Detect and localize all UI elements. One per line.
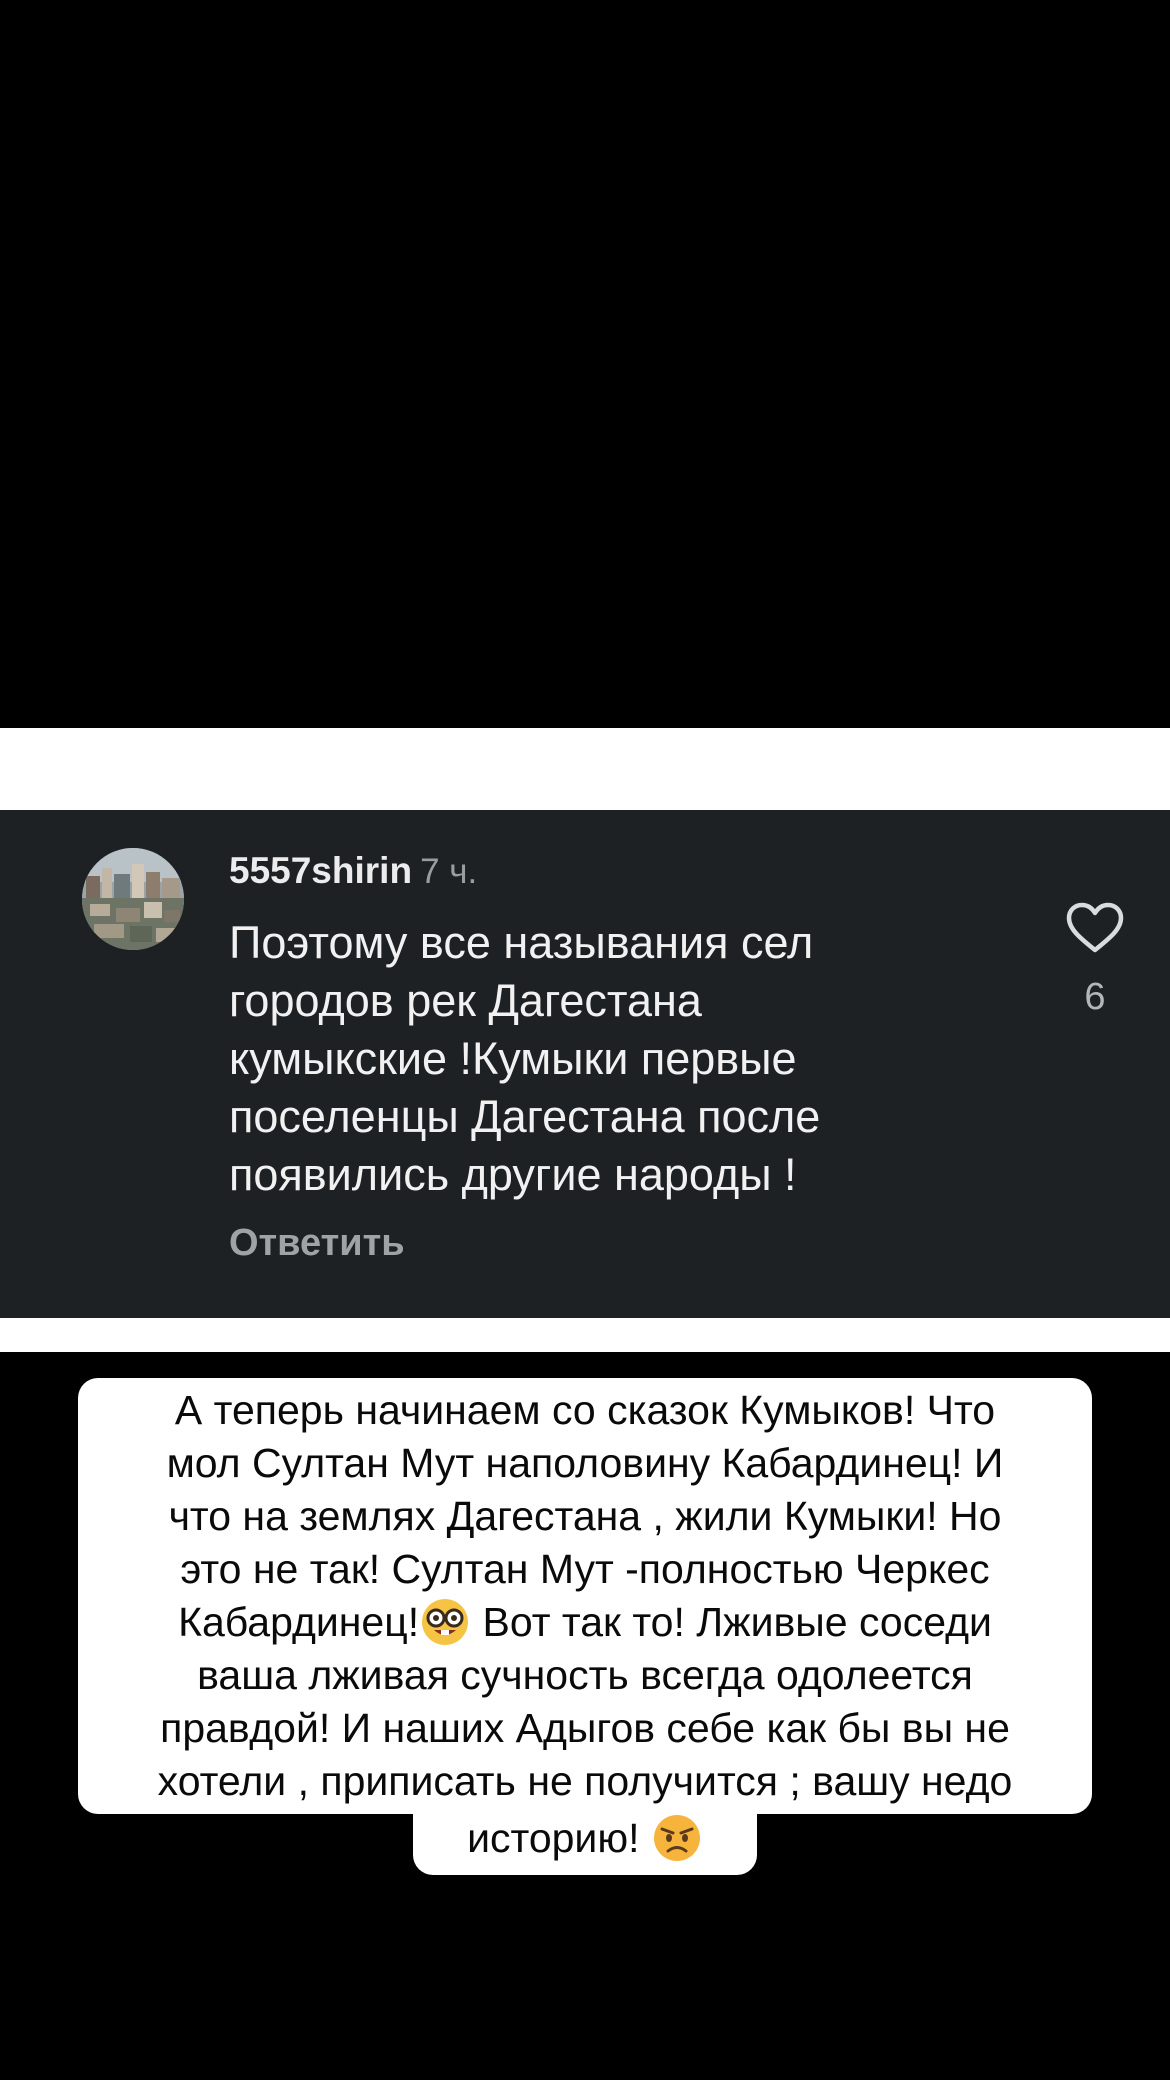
like-count: 6: [1084, 976, 1106, 1018]
caption-line: ваша лживая сучность всегда одолеется: [197, 1652, 973, 1698]
caption-line-with-emoji: историю!: [467, 1812, 703, 1865]
caption: А теперь начинаем со сказок Кумыков! Что…: [0, 1378, 1170, 1875]
caption-line-with-emoji: Кабардинец! Вот так то! Лживые соседи: [178, 1596, 992, 1649]
caption-bubble-tail: историю!: [413, 1812, 757, 1875]
comment-username[interactable]: 5557shirin: [229, 850, 412, 891]
caption-line: что на землях Дагестана , жили Кумыки! Н…: [168, 1493, 1002, 1539]
angry-face-emoji: [653, 1815, 700, 1861]
comment-timestamp: 7 ч.: [420, 852, 478, 891]
avatar[interactable]: [82, 848, 184, 950]
caption-line: А теперь начинаем со сказок Кумыков! Что: [174, 1387, 996, 1433]
comment-header: 5557shirin 7 ч.: [229, 846, 477, 896]
city-photo-avatar: [82, 848, 184, 950]
white-band-bottom: [0, 1318, 1170, 1352]
caption-bubble: А теперь начинаем со сказок Кумыков! Что…: [78, 1378, 1092, 1814]
caption-line: правдой! И наших Адыгов себе как бы вы н…: [160, 1705, 1010, 1751]
comment-card: 5557shirin 7 ч. Поэтому все называния сел…: [0, 810, 1170, 1318]
caption-line: мол Султан Мут наполовину Кабардинец! И: [166, 1440, 1004, 1486]
caption-line: это не так! Султан Мут -полностью Черкес: [180, 1546, 990, 1592]
caption-line-part: историю!: [467, 1815, 651, 1861]
caption-line-part: Кабардинец!: [178, 1599, 420, 1645]
nerd-face-emoji: [422, 1599, 469, 1645]
caption-line-part: Вот так то! Лживые соседи: [471, 1599, 992, 1645]
white-band-top: [0, 728, 1170, 810]
heart-outline-icon[interactable]: [1066, 902, 1124, 954]
caption-line: хотели , приписать не получится ; вашу н…: [157, 1758, 1013, 1804]
comment-text: Поэтому все называния сел городов рек Да…: [229, 917, 821, 1200]
reply-button[interactable]: Ответить: [229, 1218, 405, 1268]
